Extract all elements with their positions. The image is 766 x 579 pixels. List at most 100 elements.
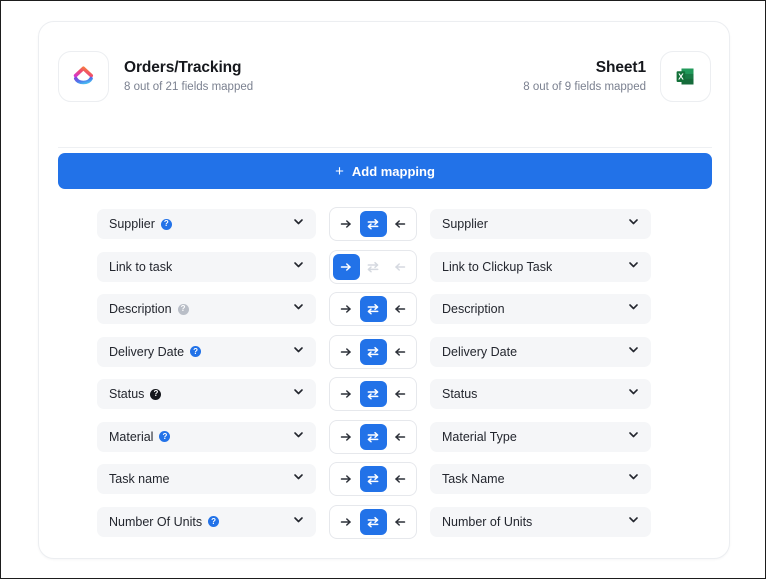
chevron-down-icon[interactable] [627,258,640,276]
target-field-select[interactable]: Link to Clickup Task [430,251,651,282]
chevron-down-icon[interactable] [627,385,640,403]
source-field-select[interactable]: Material? [97,421,316,452]
direction-left-button[interactable] [387,381,414,407]
target-field-label: Delivery Date [442,344,518,359]
add-mapping-button[interactable]: + Add mapping [58,153,712,189]
direction-left-button[interactable] [387,296,414,322]
target-app-title: Sheet1 [595,58,646,76]
mapping-row: Number Of Units? Number of Units [39,504,729,539]
target-field-label: Task Name [442,472,505,486]
chevron-down-icon[interactable] [292,343,305,361]
direction-both-button [360,254,387,280]
chevron-down-icon[interactable] [292,385,305,403]
direction-both-button[interactable] [359,296,387,322]
chevron-down-icon[interactable] [292,215,305,233]
target-app-subtitle: 8 out of 9 fields mapped [523,80,646,93]
mapping-row: Link to task Link to Clickup Task [39,249,729,284]
mapping-direction-toggle [329,419,417,454]
chevron-down-icon[interactable] [627,428,640,446]
mapping-row: Status? Status [39,377,729,411]
direction-right-button[interactable] [333,466,360,492]
header-divider [58,147,712,148]
source-field-label: Supplier [109,217,155,231]
direction-right-button[interactable] [333,381,360,407]
target-app-text: Sheet1 8 out of 9 fields mapped [523,59,646,94]
target-field-select[interactable]: Delivery Date [430,336,651,367]
direction-both-button[interactable] [359,381,387,407]
mapping-rows-list: Supplier? Supplier Link to task Link to Cli… [39,207,729,549]
source-field-select[interactable]: Status? [97,379,316,409]
chevron-down-icon[interactable] [627,300,640,318]
mapping-row: Supplier? Supplier [39,207,729,241]
source-field-select[interactable]: Description? [97,294,316,324]
direction-left-button[interactable] [387,509,414,535]
field-info-badge-icon[interactable]: ? [159,431,171,442]
chevron-down-icon[interactable] [292,513,305,531]
direction-left-button[interactable] [387,424,414,450]
mapping-row: Description? Description [39,292,729,326]
mapping-direction-toggle [329,292,417,326]
target-field-label: Supplier [442,217,488,231]
chevron-down-icon[interactable] [627,470,640,488]
source-field-label: Status [109,387,145,401]
direction-both-button[interactable] [359,338,387,365]
mapping-direction-toggle [329,504,417,539]
chevron-down-icon[interactable] [292,428,305,446]
field-info-badge-icon[interactable]: ? [150,388,162,400]
chevron-down-icon[interactable] [292,258,305,276]
direction-both-button[interactable] [359,508,387,535]
target-field-label: Material Type [442,429,517,444]
direction-both-button[interactable] [359,466,387,492]
source-field-select[interactable]: Number Of Units? [97,506,316,537]
direction-left-button[interactable] [387,466,414,492]
target-field-label: Link to Clickup Task [442,259,553,274]
source-field-label: Number Of Units [109,514,203,529]
target-field-select[interactable]: Supplier [430,209,651,239]
direction-right-button[interactable] [333,211,360,237]
direction-right-button[interactable] [332,253,360,280]
source-field-select[interactable]: Task name [97,464,316,494]
mapping-direction-toggle [329,249,417,284]
direction-both-button[interactable] [359,211,387,237]
source-field-label: Material [109,429,154,444]
chevron-down-icon[interactable] [627,343,640,361]
excel-logo-icon: X [660,50,711,102]
target-field-select[interactable]: Material Type [430,421,651,452]
mapping-row: Delivery Date? Delivery Date [39,334,729,369]
direction-left-button [387,254,414,280]
chevron-down-icon[interactable] [292,470,305,488]
mapping-direction-toggle [329,207,417,241]
direction-right-button[interactable] [333,509,360,535]
field-info-badge-icon[interactable]: ? [160,218,172,230]
mapping-screen: { "header": { "left": { "icon": "clickup… [0,0,766,579]
target-field-select[interactable]: Number of Units [430,506,651,537]
direction-right-button[interactable] [333,339,360,365]
direction-both-button[interactable] [359,423,387,450]
field-info-badge-icon[interactable]: ? [177,303,189,315]
source-app-title: Orders/Tracking [124,58,242,76]
chevron-down-icon[interactable] [627,513,640,531]
target-field-select[interactable]: Status [430,379,651,409]
direction-right-button[interactable] [333,424,360,450]
chevron-down-icon[interactable] [292,300,305,318]
mapping-direction-toggle [329,334,417,369]
clickup-logo-icon [58,50,109,102]
direction-left-button[interactable] [387,211,414,237]
mapping-header: Orders/Tracking 8 out of 21 fields mappe… [39,22,729,130]
field-info-badge-icon[interactable]: ? [208,516,220,527]
mapping-row: Material? Material Type [39,419,729,454]
source-field-select[interactable]: Link to task [97,251,316,282]
chevron-down-icon[interactable] [627,215,640,233]
field-info-badge-icon[interactable]: ? [190,346,202,357]
target-field-select[interactable]: Description [430,294,651,324]
source-field-select[interactable]: Delivery Date? [97,336,316,367]
source-app-text: Orders/Tracking 8 out of 21 fields mappe… [124,59,253,94]
add-mapping-label: Add mapping [351,163,435,179]
source-app-subtitle: 8 out of 21 fields mapped [124,80,254,93]
target-field-select[interactable]: Task Name [430,464,651,494]
direction-right-button[interactable] [333,296,360,322]
mapping-direction-toggle [329,377,417,411]
direction-left-button[interactable] [387,339,414,365]
source-field-select[interactable]: Supplier? [97,209,316,239]
target-field-label: Number of Units [442,514,533,529]
